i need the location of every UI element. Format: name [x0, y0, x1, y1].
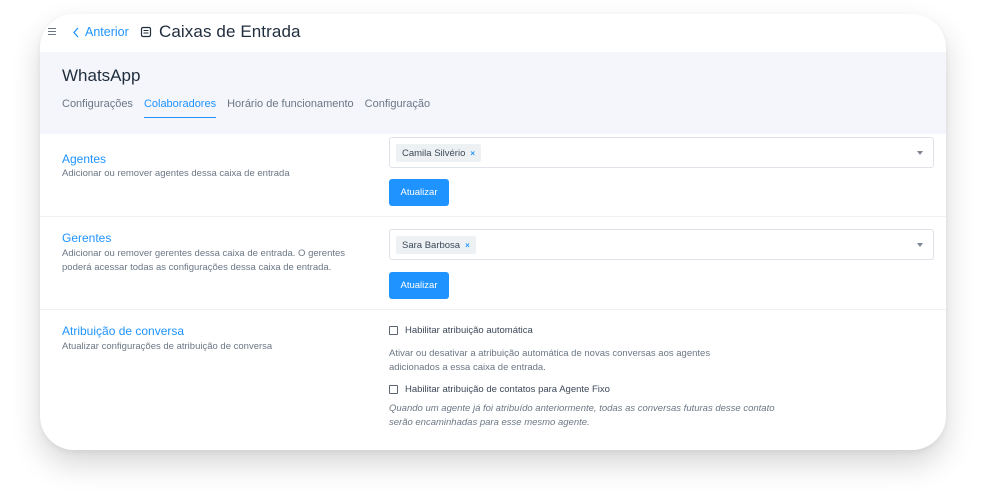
managers-section: Gerentes Adicionar ou remover gerentes d…	[40, 217, 946, 310]
managers-title: Gerentes	[62, 231, 112, 245]
assignment-title: Atribuição de conversa	[62, 324, 185, 338]
assignment-description: Atualizar configurações de atribuição de…	[62, 341, 273, 352]
agents-select[interactable]: Camila Silvério ×	[389, 137, 934, 168]
selected-agent-tag: Camila Silvério ×	[396, 144, 482, 162]
fixed-agent-checkbox[interactable]	[389, 385, 398, 394]
page-title-wrap: Caixas de Entrada	[140, 22, 301, 42]
fixed-agent-row: Habilitar atribuição de contatos para Ag…	[389, 384, 610, 395]
update-agents-button[interactable]: Atualizar	[389, 179, 449, 206]
auto-assign-label: Habilitar atribuição automática	[405, 325, 533, 336]
back-label: Anterior	[85, 25, 129, 39]
back-button[interactable]: Anterior	[72, 25, 129, 39]
agents-section: Agentes Adicionar ou remover agentes des…	[40, 134, 946, 217]
inbox-name: WhatsApp	[62, 66, 141, 85]
auto-assign-row: Habilitar atribuição automática	[389, 325, 533, 336]
main-card: Anterior Caixas de Entrada WhatsApp Conf…	[40, 14, 946, 450]
fixed-agent-label: Habilitar atribuição de contatos para Ag…	[405, 384, 610, 395]
agents-description: Adicionar ou remover agentes dessa caixa…	[62, 168, 290, 179]
page-title: Caixas de Entrada	[159, 22, 301, 41]
menu-icon[interactable]	[48, 28, 56, 35]
settings-tabs: Configurações Colaboradores Horário de f…	[62, 98, 430, 118]
chevron-left-icon	[73, 27, 79, 37]
assignment-section: Atribuição de conversa Atualizar configu…	[40, 310, 946, 450]
inbox-header: WhatsApp Configurações Colaboradores Hor…	[40, 52, 946, 134]
selected-manager-label: Sara Barbosa	[402, 239, 461, 251]
managers-description: Adicionar ou remover gerentes dessa caix…	[62, 248, 346, 273]
inbox-icon	[140, 26, 152, 38]
managers-select[interactable]: Sara Barbosa ×	[389, 229, 934, 260]
agents-title: Agentes	[62, 152, 107, 166]
chevron-down-icon	[917, 243, 923, 247]
top-bar: Anterior Caixas de Entrada	[40, 14, 946, 52]
selected-manager-tag: Sara Barbosa ×	[396, 236, 476, 254]
tab-configuracoes[interactable]: Configurações	[62, 98, 133, 118]
auto-assign-checkbox[interactable]	[389, 326, 398, 335]
remove-manager-icon[interactable]: ×	[465, 241, 470, 250]
tab-configuracao[interactable]: Configuração	[365, 98, 430, 118]
auto-assign-help: Ativar ou desativar a atribuição automát…	[389, 348, 711, 373]
selected-agent-label: Camila Silvério	[402, 147, 466, 159]
fixed-agent-help: Quando um agente já foi atribuído anteri…	[389, 403, 775, 428]
remove-agent-icon[interactable]: ×	[470, 149, 475, 158]
chevron-down-icon	[917, 151, 923, 155]
tab-colaboradores[interactable]: Colaboradores	[143, 98, 217, 118]
tab-horario[interactable]: Horário de funcionamento	[227, 98, 354, 118]
update-managers-button[interactable]: Atualizar	[389, 272, 449, 299]
